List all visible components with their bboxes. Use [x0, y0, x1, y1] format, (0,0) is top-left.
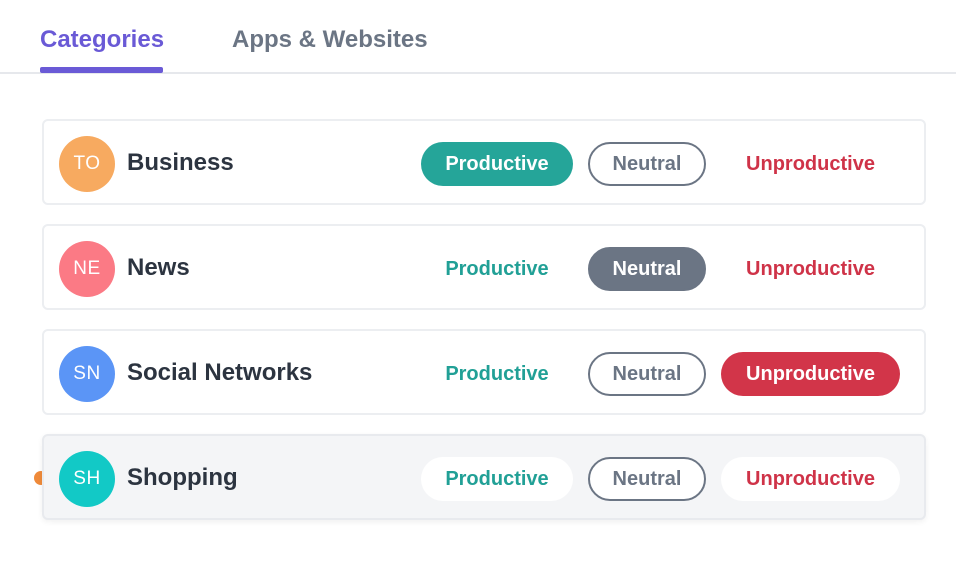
- avatar: NE: [59, 241, 115, 297]
- category-label: Shopping: [127, 464, 238, 491]
- avatar: SH: [59, 451, 115, 507]
- tab-apps-websites[interactable]: Apps & Websites: [232, 26, 428, 54]
- productive-button[interactable]: Productive: [421, 457, 573, 501]
- tab-categories[interactable]: Categories: [40, 26, 164, 54]
- productive-button[interactable]: Productive: [421, 247, 573, 291]
- unproductive-button[interactable]: Unproductive: [721, 352, 900, 396]
- category-label: Social Networks: [127, 359, 313, 386]
- avatar: SN: [59, 346, 115, 402]
- avatar: TO: [59, 136, 115, 192]
- productive-button[interactable]: Productive: [421, 352, 573, 396]
- unproductive-button[interactable]: Unproductive: [721, 247, 900, 291]
- unproductive-button[interactable]: Unproductive: [721, 142, 900, 186]
- neutral-button[interactable]: Neutral: [588, 352, 706, 396]
- category-row-shopping: SH Shopping Productive Neutral Unproduct…: [42, 434, 926, 520]
- tab-bar: Categories Apps & Websites: [0, 0, 956, 74]
- neutral-button[interactable]: Neutral: [588, 457, 706, 501]
- active-tab-indicator: [40, 67, 163, 73]
- unproductive-button[interactable]: Unproductive: [721, 457, 900, 501]
- category-label: Business: [127, 149, 234, 176]
- neutral-button[interactable]: Neutral: [588, 142, 706, 186]
- category-row-news: NE News Productive Neutral Unproductive: [42, 224, 926, 310]
- category-row-social-networks: SN Social Networks Productive Neutral Un…: [42, 329, 926, 415]
- category-row-business: TO Business Productive Neutral Unproduct…: [42, 119, 926, 205]
- productive-button[interactable]: Productive: [421, 142, 573, 186]
- category-label: News: [127, 254, 190, 281]
- neutral-button[interactable]: Neutral: [588, 247, 706, 291]
